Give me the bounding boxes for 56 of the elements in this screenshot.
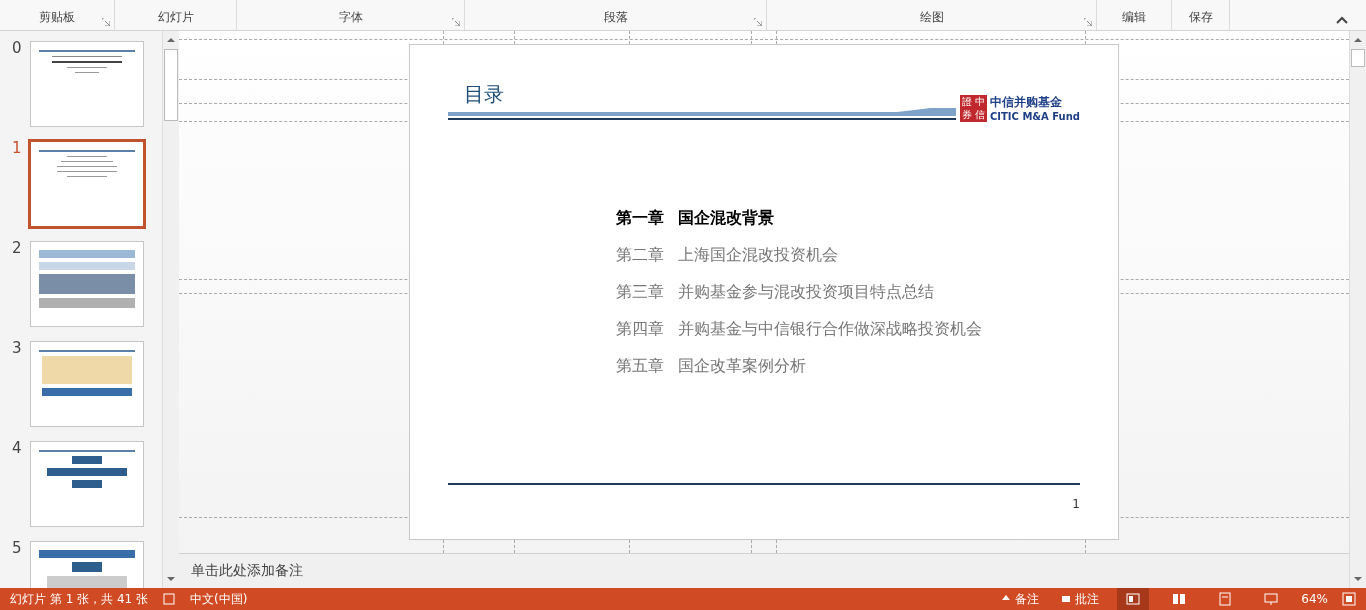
- scroll-thumb[interactable]: [1351, 49, 1365, 67]
- ribbon-group-label: 保存: [1188, 9, 1213, 26]
- launcher-icon[interactable]: [102, 18, 110, 26]
- slide-number: 4: [12, 439, 20, 457]
- chapter-title: 国企改革案例分析: [678, 356, 806, 377]
- slide-number: 5: [12, 539, 20, 557]
- slide-thumbnail[interactable]: [30, 241, 144, 327]
- chapter-title: 上海国企混改投资机会: [678, 245, 838, 266]
- zoom-level[interactable]: 64%: [1301, 592, 1328, 606]
- view-icon: [1264, 592, 1279, 606]
- slide-thumbnail[interactable]: [30, 441, 144, 527]
- slide-number: 0: [12, 39, 20, 57]
- slide-thumbnail[interactable]: [30, 341, 144, 427]
- chapter-number: 第五章: [616, 356, 664, 377]
- slide-number: 3: [12, 339, 20, 357]
- document-icon[interactable]: [162, 592, 176, 606]
- slide-thumbnail[interactable]: [30, 41, 144, 127]
- slide-title: 目录: [463, 81, 505, 108]
- slide-thumbnail[interactable]: [28, 139, 146, 229]
- ribbon-group-label: 编辑: [1122, 9, 1146, 26]
- launcher-icon[interactable]: [1084, 18, 1092, 26]
- notes-button[interactable]: 备注: [997, 590, 1044, 608]
- launcher-icon[interactable]: [452, 18, 460, 26]
- comment-icon: [1061, 594, 1072, 604]
- view-icon: [1126, 592, 1141, 606]
- chapter-title: 并购基金参与混改投资项目特点总结: [678, 282, 934, 303]
- chapter-number: 第二章: [616, 245, 664, 266]
- chapter-number: 第一章: [616, 208, 664, 229]
- view-button[interactable]: [1117, 588, 1150, 610]
- notes-field[interactable]: 单击此处添加备注: [191, 562, 303, 580]
- ribbon-group-label: 段落: [603, 9, 628, 26]
- slide-number: 1: [12, 139, 20, 157]
- view-icon: [1218, 592, 1233, 606]
- chapter-title: 并购基金与中信银行合作做深战略投资机会: [678, 319, 982, 340]
- comments-button[interactable]: 批注: [1057, 590, 1104, 608]
- language-label[interactable]: 中文(中国): [190, 590, 248, 608]
- ribbon-group-label: 绘图: [919, 9, 944, 26]
- page-number: 1: [1072, 497, 1080, 511]
- ribbon-group-label: 字体: [338, 9, 363, 26]
- collapse-caret-icon[interactable]: [1336, 16, 1348, 24]
- ribbon-group-label: 剪贴板: [39, 9, 75, 26]
- scrollbar[interactable]: [162, 31, 179, 588]
- logo-english-name: CITIC M&A Fund: [989, 111, 1080, 122]
- fit-window-icon[interactable]: [1342, 592, 1356, 606]
- logo-name: 中信并购基金: [989, 94, 1063, 111]
- chapter-number: 第四章: [616, 319, 664, 340]
- logo-seal: 證 中 券 信: [959, 94, 987, 122]
- chapter-title: 国企混改背景: [678, 208, 774, 229]
- slide-number: 2: [12, 239, 20, 257]
- slide-info: 幻灯片 第 1 张，共 41 张: [10, 590, 148, 608]
- launcher-icon[interactable]: [754, 18, 762, 26]
- ribbon-group-label: 幻灯片: [157, 9, 194, 26]
- scrollbar[interactable]: [1349, 31, 1366, 588]
- view-icon: [1172, 592, 1187, 606]
- scroll-thumb[interactable]: [164, 49, 178, 121]
- chapter-number: 第三章: [616, 282, 664, 303]
